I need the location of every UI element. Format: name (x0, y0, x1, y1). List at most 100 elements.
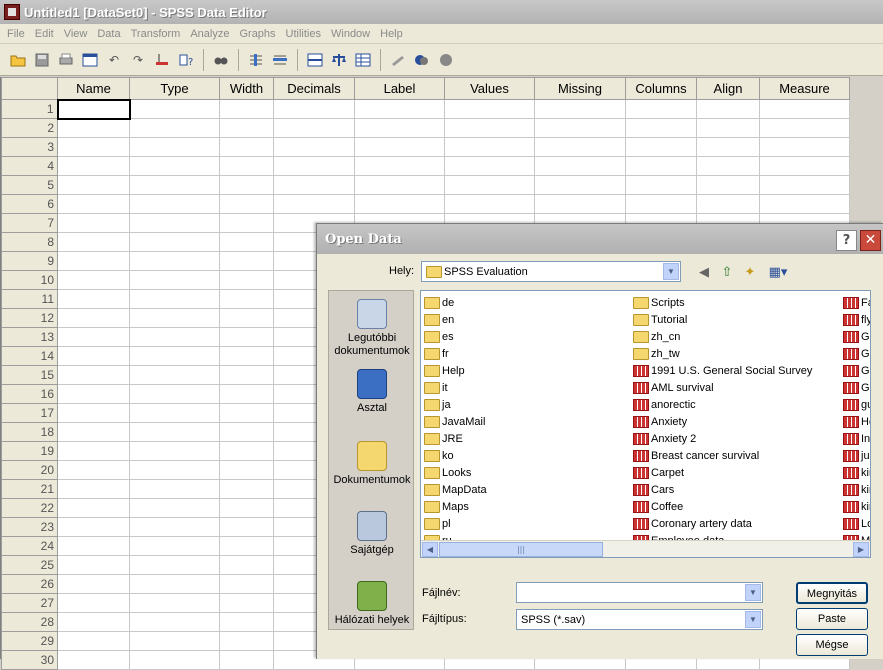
file-item[interactable]: fly (843, 311, 870, 328)
grid-cell[interactable] (354, 137, 445, 157)
row-number[interactable]: 5 (1, 175, 58, 195)
row-number[interactable]: 1 (1, 99, 58, 119)
row-number[interactable]: 21 (1, 479, 58, 499)
grid-cell[interactable] (273, 137, 355, 157)
col-header-decimals[interactable]: Decimals (273, 77, 355, 100)
grid-cell[interactable] (219, 251, 274, 271)
menu-help[interactable]: Help (375, 28, 408, 40)
folder-item[interactable]: fr (424, 345, 487, 362)
file-item[interactable]: Coffee (633, 498, 812, 515)
use-sets-icon[interactable] (412, 50, 432, 70)
filename-input[interactable]: ▼ (516, 582, 763, 603)
chevron-down-icon[interactable]: ▼ (745, 584, 761, 601)
grid-cell[interactable] (696, 156, 760, 176)
grid-cell[interactable] (129, 498, 220, 518)
grid-cell[interactable] (129, 99, 220, 119)
grid-cell[interactable] (57, 289, 130, 309)
file-item[interactable]: 1991 U.S. General Social Survey (633, 362, 812, 379)
grid-cell[interactable] (129, 137, 220, 157)
grid-cell[interactable] (57, 175, 130, 195)
grid-cell[interactable] (219, 612, 274, 632)
grid-cell[interactable] (56, 98, 131, 120)
menu-graphs[interactable]: Graphs (234, 28, 280, 40)
grid-cell[interactable] (129, 251, 220, 271)
row-number[interactable]: 22 (1, 498, 58, 518)
print-icon[interactable] (56, 50, 76, 70)
folder-item[interactable]: zh_tw (633, 345, 812, 362)
grid-cell[interactable] (219, 593, 274, 613)
grid-cell[interactable] (354, 118, 445, 138)
grid-cell[interactable] (219, 517, 274, 537)
grid-cell[interactable] (534, 194, 626, 214)
grid-cell[interactable] (625, 99, 697, 119)
file-item[interactable]: ju (843, 447, 870, 464)
grid-cell[interactable] (534, 175, 626, 195)
close-button[interactable]: ✕ (860, 230, 881, 251)
folder-item[interactable]: ko (424, 447, 487, 464)
grid-cell[interactable] (129, 365, 220, 385)
grid-cell[interactable] (273, 118, 355, 138)
file-item[interactable]: Gr (843, 345, 870, 362)
grid-cell[interactable] (219, 270, 274, 290)
grid-cell[interactable] (129, 422, 220, 442)
grid-cell[interactable] (57, 441, 130, 461)
back-icon[interactable]: ◀ (695, 264, 713, 282)
chevron-down-icon[interactable]: ▼ (745, 611, 761, 628)
grid-cell[interactable] (57, 308, 130, 328)
grid-cell[interactable] (57, 384, 130, 404)
file-item[interactable]: In (843, 430, 870, 447)
menu-file[interactable]: File (2, 28, 30, 40)
grid-cell[interactable] (219, 232, 274, 252)
row-number[interactable]: 4 (1, 156, 58, 176)
grid-cell[interactable] (696, 194, 760, 214)
grid-cell[interactable] (625, 156, 697, 176)
view-menu-icon[interactable]: ▦▾ (765, 264, 791, 282)
grid-cell[interactable] (129, 650, 220, 670)
grid-cell[interactable] (219, 289, 274, 309)
open-icon[interactable] (8, 50, 28, 70)
grid-cell[interactable] (57, 270, 130, 290)
grid-cell[interactable] (129, 555, 220, 575)
col-header-measure[interactable]: Measure (759, 77, 850, 100)
save-icon[interactable] (32, 50, 52, 70)
place-my-computer[interactable]: Sajátgép (329, 511, 415, 557)
grid-cell[interactable] (57, 574, 130, 594)
grid-cell[interactable] (219, 346, 274, 366)
grid-cell[interactable] (219, 479, 274, 499)
file-item[interactable]: Cars (633, 481, 812, 498)
up-folder-icon[interactable]: ⇧ (718, 264, 736, 282)
grid-cell[interactable] (129, 289, 220, 309)
file-item[interactable]: anorectic (633, 396, 812, 413)
menu-view[interactable]: View (59, 28, 93, 40)
grid-cell[interactable] (273, 194, 355, 214)
redo-icon[interactable]: ↷ (128, 50, 148, 70)
grid-cell[interactable] (129, 175, 220, 195)
grid-cell[interactable] (129, 612, 220, 632)
grid-cell[interactable] (219, 422, 274, 442)
grid-cell[interactable] (219, 327, 274, 347)
file-item[interactable]: Breast cancer survival (633, 447, 812, 464)
grid-cell[interactable] (759, 118, 850, 138)
file-item[interactable]: Anxiety 2 (633, 430, 812, 447)
grid-cell[interactable] (444, 137, 535, 157)
grid-cell[interactable] (129, 156, 220, 176)
place-desktop[interactable]: Asztal (329, 369, 415, 415)
grid-cell[interactable] (129, 308, 220, 328)
row-number[interactable]: 12 (1, 308, 58, 328)
grid-cell[interactable] (625, 175, 697, 195)
grid-cell[interactable] (129, 118, 220, 138)
grid-cell[interactable] (129, 270, 220, 290)
row-number[interactable]: 9 (1, 251, 58, 271)
grid-cell[interactable] (759, 194, 850, 214)
col-header-missing[interactable]: Missing (534, 77, 626, 100)
grid-cell[interactable] (444, 194, 535, 214)
grid-cell[interactable] (129, 536, 220, 556)
grid-cell[interactable] (129, 346, 220, 366)
grid-cell[interactable] (625, 137, 697, 157)
grid-cell[interactable] (57, 137, 130, 157)
grid-cell[interactable] (219, 384, 274, 404)
grid-cell[interactable] (57, 422, 130, 442)
grid-cell[interactable] (444, 175, 535, 195)
row-number[interactable]: 13 (1, 327, 58, 347)
grid-cell[interactable] (696, 137, 760, 157)
